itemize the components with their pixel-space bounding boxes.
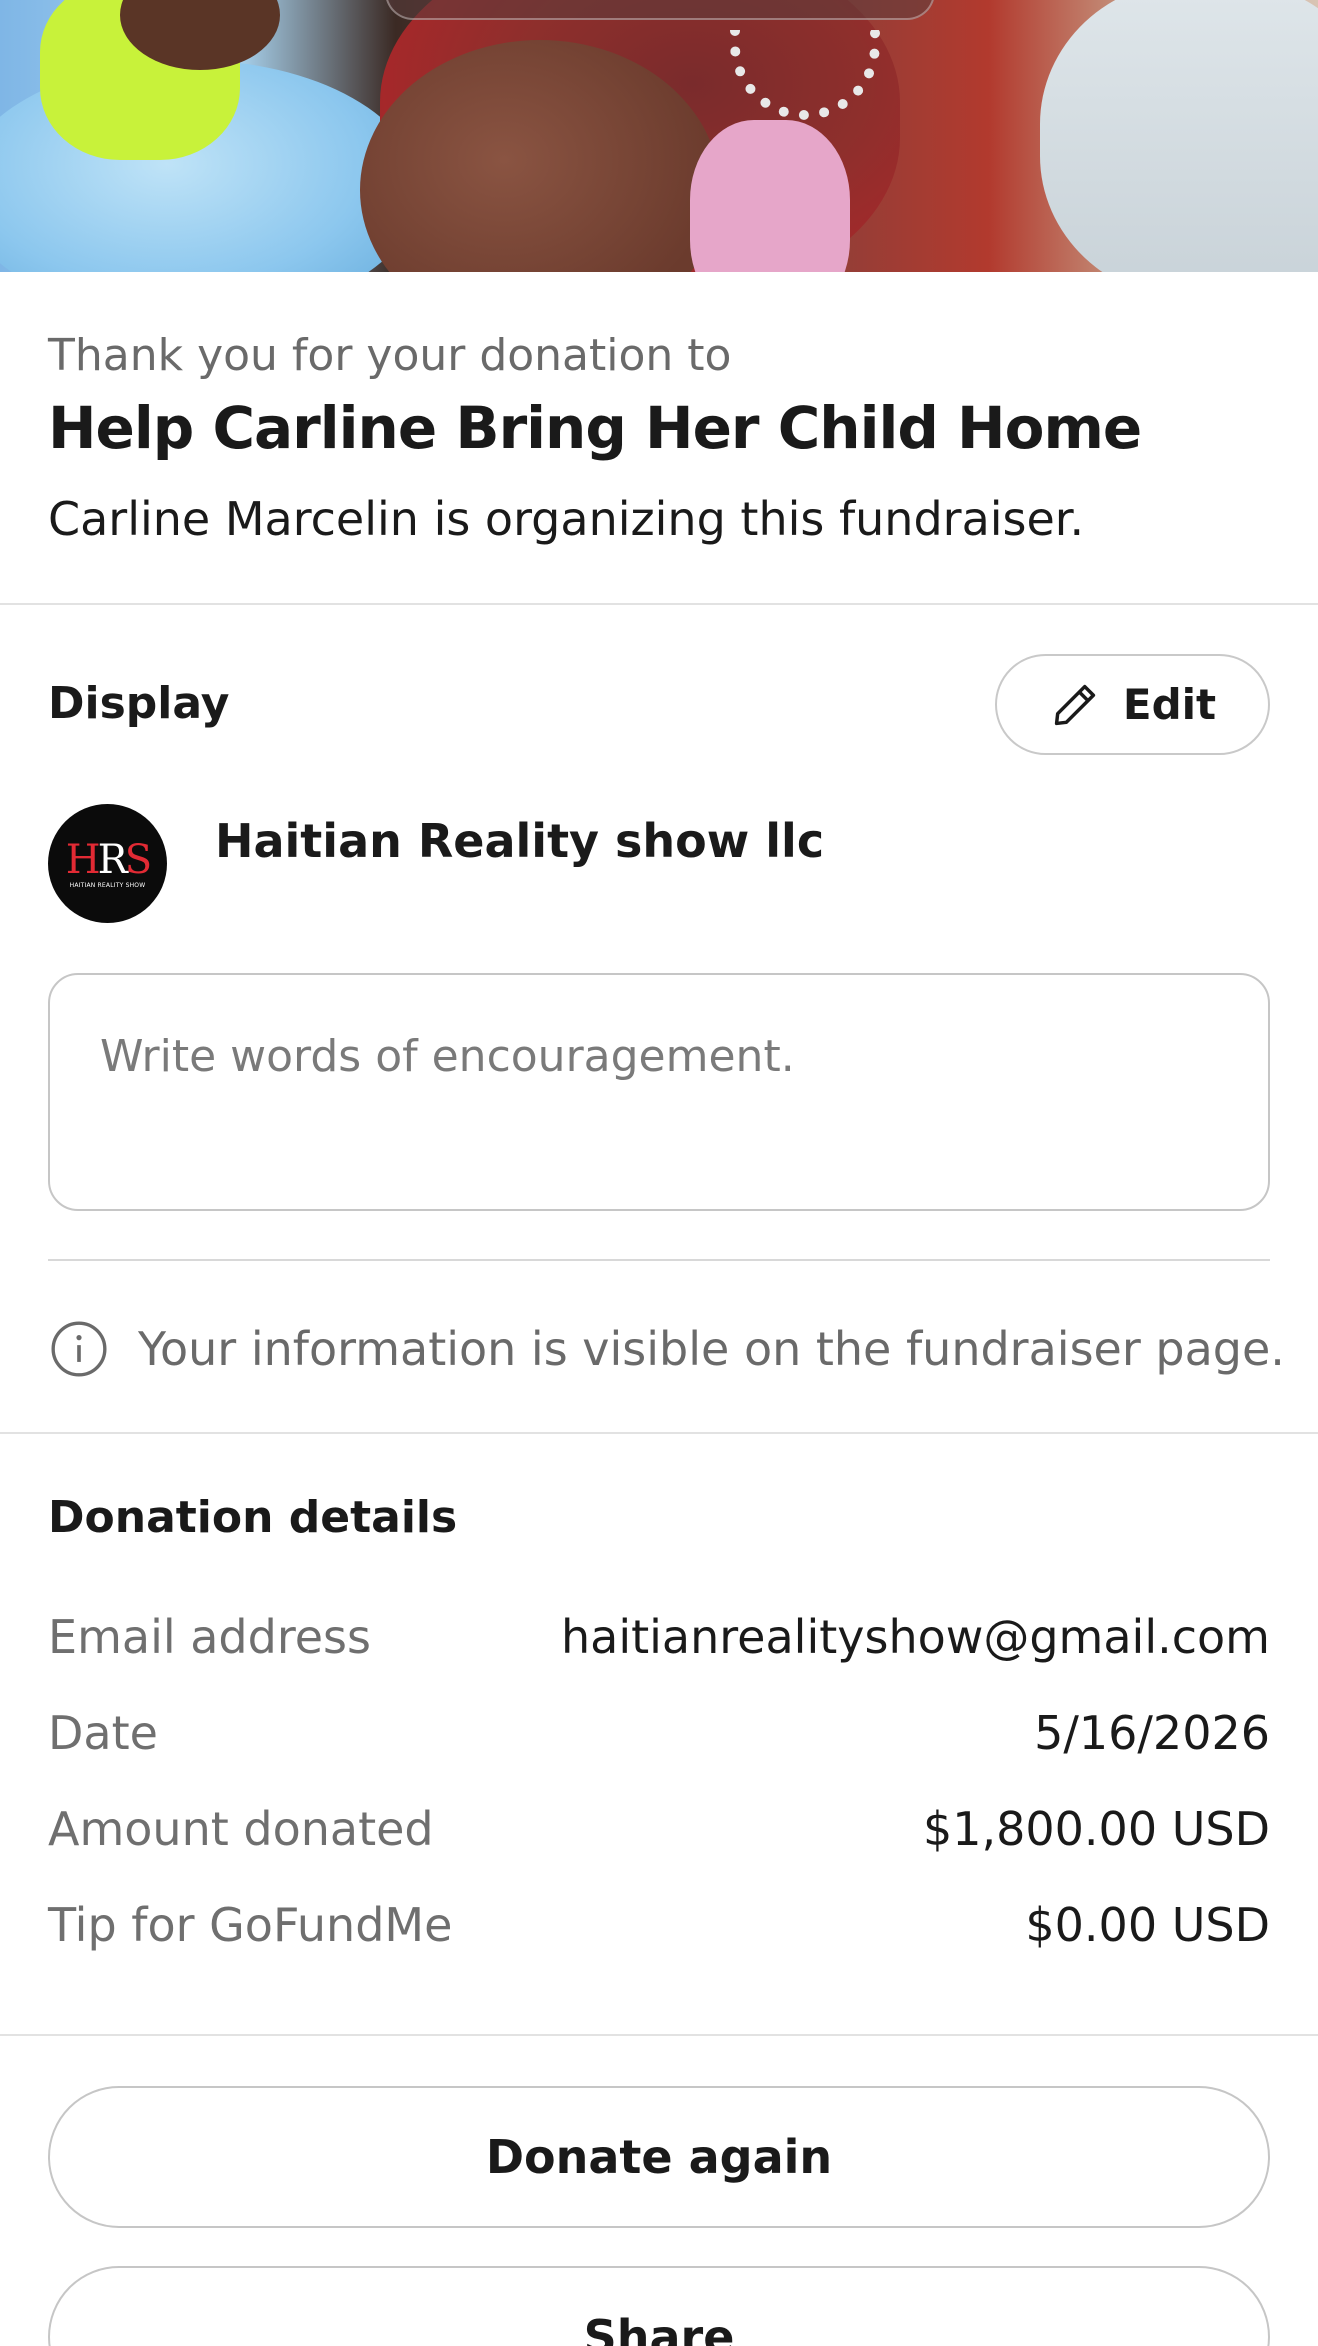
woman-shirt-shape — [690, 120, 850, 272]
detail-label: Tip for GoFundMe — [48, 1898, 453, 1952]
detail-label: Amount donated — [48, 1802, 434, 1856]
detail-value: haitianrealityshow@gmail.com — [560, 1610, 1270, 1664]
section-divider — [0, 1432, 1318, 1434]
edit-button[interactable]: Edit — [995, 654, 1270, 755]
detail-label: Date — [48, 1706, 158, 1760]
detail-value: $0.00 USD — [1025, 1898, 1270, 1952]
donation-details-title: Donation details — [48, 1492, 458, 1543]
encouragement-input[interactable] — [48, 973, 1270, 1211]
thank-you-intro: Thank you for your donation to — [48, 330, 732, 381]
section-divider — [0, 2034, 1318, 2036]
pencil-icon — [1054, 684, 1096, 725]
avatar-logo: HRS — [65, 837, 152, 883]
detail-value: 5/16/2026 — [1034, 1706, 1270, 1760]
detail-row-date: Date 5/16/2026 — [48, 1706, 1270, 1760]
detail-value: $1,800.00 USD — [922, 1802, 1270, 1856]
inset-divider — [48, 1259, 1270, 1261]
detail-row-amount: Amount donated $1,800.00 USD — [48, 1802, 1270, 1856]
visibility-note: Your information is visible on the fundr… — [138, 1322, 1285, 1376]
share-button[interactable]: Share — [48, 2266, 1270, 2346]
avatar: HRS HAITIAN REALITY SHOW — [48, 804, 167, 923]
info-icon — [51, 1321, 107, 1377]
detail-label: Email address — [48, 1610, 371, 1664]
visibility-notice: Your information is visible on the fundr… — [48, 1318, 1285, 1380]
fundraiser-hero-image — [0, 0, 1318, 272]
display-label: Display — [48, 678, 230, 729]
background-tub-shape — [1040, 0, 1318, 272]
image-overlay-bar — [385, 0, 935, 20]
organizer-line: Carline Marcelin is organizing this fund… — [48, 492, 1085, 546]
detail-row-tip: Tip for GoFundMe $0.00 USD — [48, 1898, 1270, 1952]
donate-again-button[interactable]: Donate again — [48, 2086, 1270, 2228]
donor-name: Haitian Reality show llc — [215, 814, 825, 868]
fundraiser-title[interactable]: Help Carline Bring Her Child Home — [48, 394, 1142, 462]
section-divider — [0, 603, 1318, 605]
avatar-subtext: HAITIAN REALITY SHOW — [69, 882, 146, 889]
thank-you-section: Thank you for your donation to Help Carl… — [0, 272, 1318, 604]
detail-row-email: Email address haitianrealityshow@gmail.c… — [48, 1610, 1270, 1664]
edit-button-label: Edit — [1122, 680, 1217, 729]
